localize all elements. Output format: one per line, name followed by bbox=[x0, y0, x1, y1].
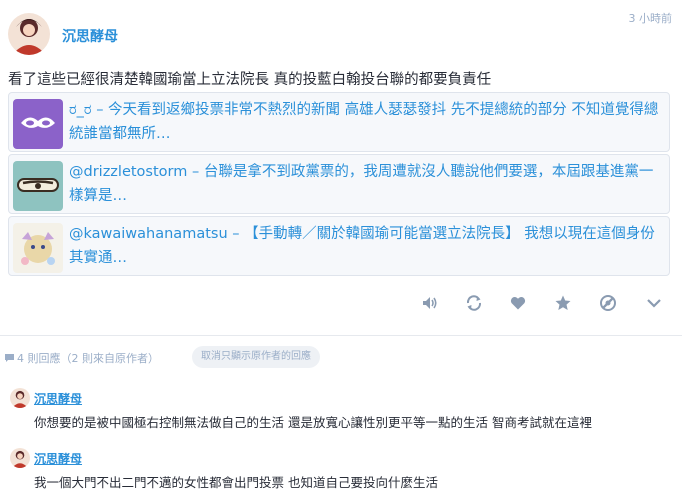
reply-item: 沉思酵母 你想要的是被中國極右控制無法做自己的生活 還是放寬心讓性別更平等一點的… bbox=[0, 384, 682, 440]
status-action-bar bbox=[0, 294, 682, 316]
quote-card-1-text[interactable]: ರ_ರ – 今天看到返鄉投票非常不熱烈的新聞 高雄人瑟瑟發抖 先不提總統的部分 … bbox=[69, 98, 661, 146]
quote-card-3[interactable]: @kawaiwahanamatsu – 【手動轉／關於韓國瑜可能當選立法院長】 … bbox=[8, 216, 670, 276]
quote-card-2-thumbnail bbox=[13, 161, 63, 211]
comment-icon bbox=[5, 354, 14, 362]
quote-card-2-text[interactable]: @drizzletostorm – 台聯是拿不到政黨票的，我周遭就沒人聽說他們要… bbox=[69, 160, 661, 208]
timestamp[interactable]: 3 小時前 bbox=[629, 10, 673, 26]
favourite-icon[interactable] bbox=[509, 294, 527, 312]
reply-count-label: 4 則回應（2 則來自原作者） bbox=[4, 350, 159, 366]
chevron-down-icon[interactable] bbox=[645, 294, 663, 312]
quote-card-2[interactable]: @drizzletostorm – 台聯是拿不到政黨票的，我周遭就沒人聽說他們要… bbox=[8, 154, 670, 214]
reply-text: 你想要的是被中國極右控制無法做自己的生活 還是放寬心讓性別更平等一點的生活 智商… bbox=[34, 415, 592, 430]
status-card: 沉思酵母 3 小時前 看了這些已經很清楚韓國瑜當上立法院長 真的投藍白翰投台聯的… bbox=[0, 0, 682, 336]
quote-card-3-text[interactable]: @kawaiwahanamatsu – 【手動轉／關於韓國瑜可能當選立法院長】 … bbox=[69, 222, 661, 270]
reply-avatar[interactable] bbox=[10, 448, 30, 468]
star-icon[interactable] bbox=[554, 294, 572, 312]
author-avatar[interactable] bbox=[8, 13, 50, 55]
quote-card-3-thumbnail bbox=[13, 223, 63, 273]
reply-author-name[interactable]: 沉思酵母 bbox=[34, 450, 82, 467]
boost-icon[interactable] bbox=[465, 294, 483, 312]
reply-avatar[interactable] bbox=[10, 388, 30, 408]
speaker-icon[interactable] bbox=[421, 294, 439, 312]
quote-card-1[interactable]: ರ_ರ – 今天看到返鄉投票非常不熱烈的新聞 高雄人瑟瑟發抖 先不提總統的部分 … bbox=[8, 92, 670, 152]
author-only-filter-button[interactable]: 取消只顯示原作者的回應 bbox=[192, 346, 320, 368]
status-content: 看了這些已經很清楚韓國瑜當上立法院長 真的投藍白翰投台聯的都要負責任 bbox=[8, 72, 492, 88]
reply-author-name[interactable]: 沉思酵母 bbox=[34, 390, 82, 407]
reply-count-text: 4 則回應（2 則來自原作者） bbox=[17, 352, 159, 365]
block-icon[interactable] bbox=[599, 294, 617, 312]
author-name[interactable]: 沉思酵母 bbox=[62, 26, 118, 46]
quote-card-1-thumbnail bbox=[13, 99, 63, 149]
reply-text: 我一個大門不出二門不邁的女性都會出門投票 也知道自己要投向什麼生活 bbox=[34, 475, 438, 490]
reply-item: 沉思酵母 我一個大門不出二門不邁的女性都會出門投票 也知道自己要投向什麼生活 bbox=[0, 444, 682, 498]
thread-bar: 4 則回應（2 則來自原作者） 取消只顯示原作者的回應 bbox=[0, 346, 682, 368]
